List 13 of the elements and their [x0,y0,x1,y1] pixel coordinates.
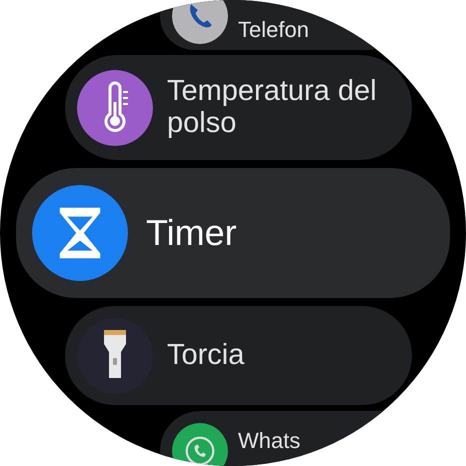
app-name: Torcia [167,340,244,372]
app-list-item[interactable]: Temperatura del polso [65,55,412,160]
flashlight-icon [77,318,153,394]
app-name: Timer [146,213,237,253]
hourglass-icon [32,185,128,281]
app-list-item[interactable]: Timer [16,168,450,298]
chat-icon [172,423,228,466]
app-name: Whats [238,427,300,454]
app-name: Temperatura del polso [167,76,378,140]
app-list-item[interactable]: Torcia [65,306,412,405]
app-name: Telefon [238,18,309,44]
phone-icon [172,0,228,44]
thermometer-icon [77,70,153,146]
